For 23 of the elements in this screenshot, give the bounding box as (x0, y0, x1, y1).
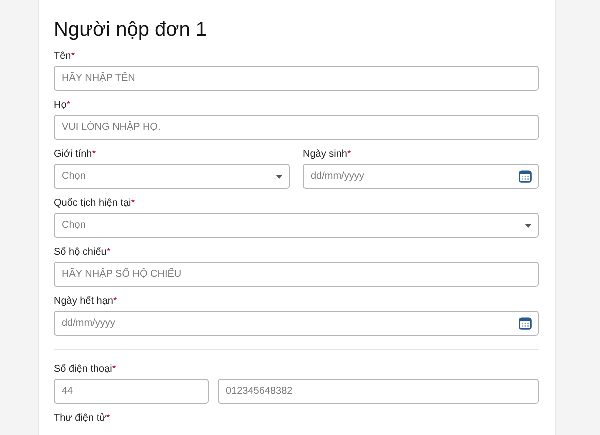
field-label: Số điện thoại* (54, 364, 116, 376)
date-field[interactable]: dd/mm/yyyy (303, 164, 539, 189)
input-field[interactable]: 44 (54, 379, 209, 404)
field-label: Quốc tịch hiện tại* (54, 198, 136, 210)
input-field[interactable]: HÃY NHẬP SỐ HỘ CHIẾU (54, 262, 539, 287)
field-label: Giới tính* (54, 149, 96, 161)
field-label: Ngày hết hạn* (54, 296, 118, 308)
field-label: Ngày sinh* (303, 149, 352, 161)
caret-icon (276, 174, 283, 178)
calendar-icon[interactable] (519, 317, 532, 330)
calendar-icon[interactable] (519, 170, 532, 183)
field-label: Họ* (54, 100, 71, 112)
input-field[interactable]: VUI LÒNG NHẬP HỌ. (54, 115, 539, 140)
caret-icon (525, 224, 532, 228)
dropdown[interactable]: Chọn (54, 213, 539, 238)
field-label: Tên* (54, 51, 76, 63)
field-label: Số hộ chiếu* (54, 247, 111, 259)
section-title: Người nộp đơn 1 (54, 18, 208, 42)
field-label: Thư điện tử* (54, 413, 110, 425)
date-field[interactable]: dd/mm/yyyy (54, 311, 539, 336)
dropdown[interactable]: Chọn (54, 164, 290, 189)
input-field[interactable]: HÃY NHẬP TÊN (54, 66, 539, 91)
input-field[interactable]: 012345648382 (218, 379, 539, 404)
